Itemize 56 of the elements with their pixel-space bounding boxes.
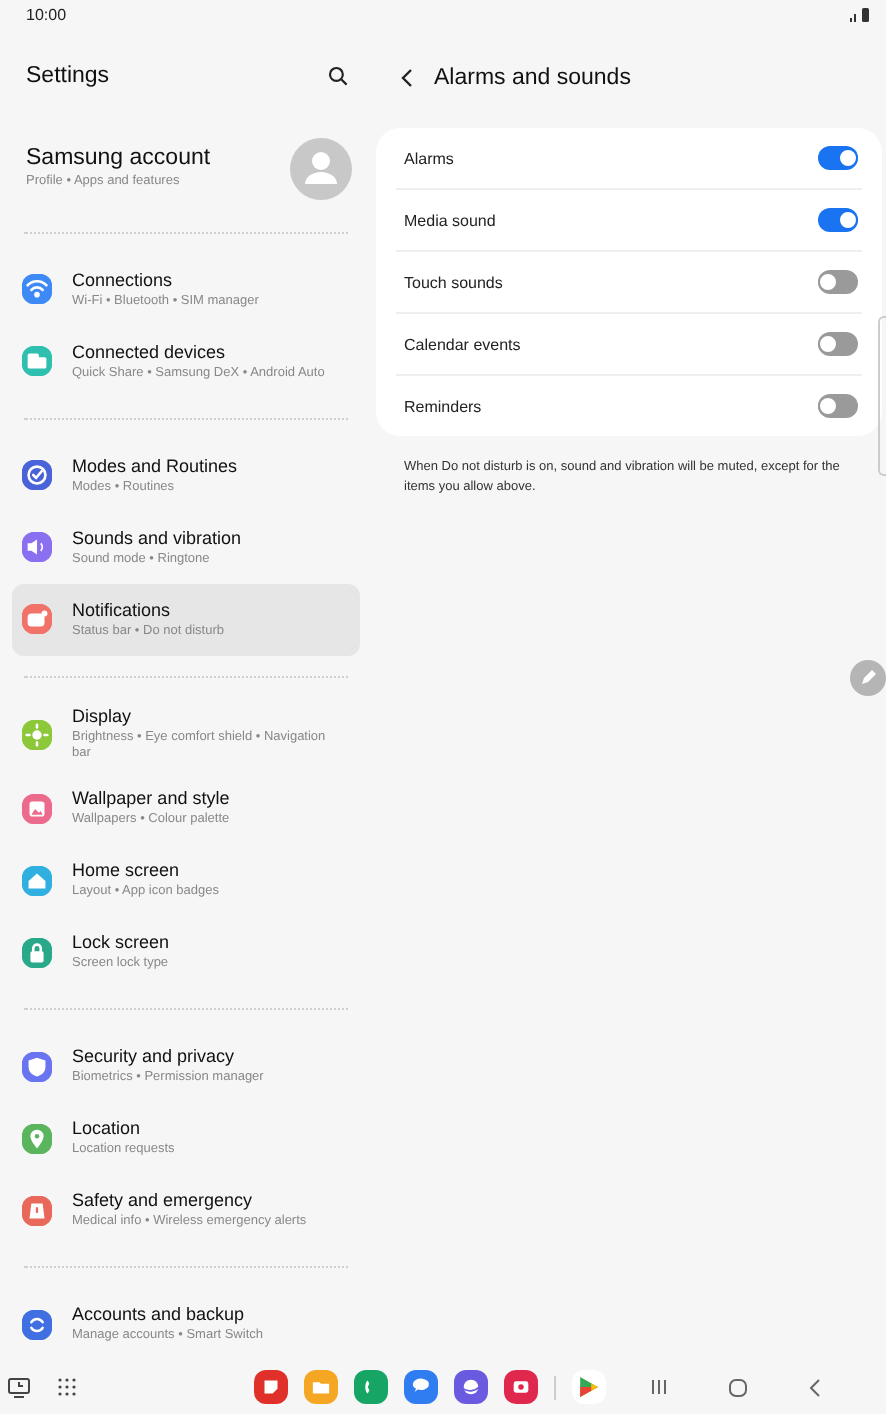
back-icon[interactable] xyxy=(400,68,414,88)
back-nav-icon[interactable] xyxy=(808,1377,822,1397)
location-pin-icon xyxy=(22,1123,52,1153)
home-icon xyxy=(22,865,52,895)
status-time: 10:00 xyxy=(26,5,67,23)
toggle-switch[interactable] xyxy=(818,270,858,294)
signal-battery-icon xyxy=(850,7,870,21)
phone-app-icon[interactable] xyxy=(354,1370,388,1404)
item-title: Display xyxy=(72,706,134,727)
item-title: Home screen xyxy=(72,860,182,880)
sync-icon xyxy=(22,1309,52,1339)
item-title: Sounds and vibration xyxy=(72,527,242,548)
item-title: Accounts and backup xyxy=(72,1304,247,1324)
browser-icon[interactable] xyxy=(454,1370,488,1404)
item-title: Safety and emergency xyxy=(72,1190,255,1210)
pencil-icon xyxy=(858,668,878,688)
toggle-switch[interactable] xyxy=(818,208,858,232)
item-title: Notifications xyxy=(72,599,173,620)
toggle-label: Alarms xyxy=(404,149,454,167)
toggle-label: Touch sounds xyxy=(404,273,503,291)
apps-grid-icon[interactable] xyxy=(58,1378,76,1396)
devices-icon xyxy=(22,346,52,377)
account-title[interactable]: Samsung account xyxy=(26,146,211,171)
alert-icon xyxy=(22,1195,52,1225)
toggle-label: Calendar events xyxy=(404,335,521,353)
toggle-switch[interactable] xyxy=(818,394,858,418)
note-app-icon[interactable] xyxy=(254,1370,288,1404)
item-title: Location xyxy=(72,1118,143,1138)
notification-icon xyxy=(22,604,52,635)
recents-icon[interactable] xyxy=(650,1378,668,1396)
scrollbar[interactable] xyxy=(878,316,886,476)
chat-app-icon[interactable] xyxy=(404,1370,438,1404)
toggle-label: Reminders xyxy=(404,397,482,415)
item-title: Connections xyxy=(72,269,175,290)
item-title: Modes and Routines xyxy=(72,455,238,476)
page-title: Alarms and sounds xyxy=(434,66,631,90)
item-title: Wallpaper and style xyxy=(72,788,230,808)
settings-title: Settings xyxy=(26,64,110,89)
play-store-icon[interactable] xyxy=(572,1370,606,1404)
item-title: Lock screen xyxy=(72,932,170,952)
speaker-icon xyxy=(22,532,52,563)
sun-icon xyxy=(22,719,52,750)
home-button-icon[interactable] xyxy=(728,1377,748,1397)
item-title: Security and privacy xyxy=(72,1046,237,1066)
check-circle-icon xyxy=(22,460,52,491)
toggle-switch[interactable] xyxy=(818,332,858,356)
search-icon[interactable] xyxy=(328,66,348,87)
toggle-label: Media sound xyxy=(404,211,496,229)
item-title: Connected devices xyxy=(72,341,228,362)
wifi-icon xyxy=(22,274,52,305)
image-icon xyxy=(22,793,52,823)
screen-clock-icon[interactable] xyxy=(8,1377,30,1397)
toggle-switch[interactable] xyxy=(818,146,858,170)
camera-app-icon[interactable] xyxy=(504,1370,538,1404)
shield-icon xyxy=(22,1051,52,1081)
lock-icon xyxy=(22,937,52,967)
